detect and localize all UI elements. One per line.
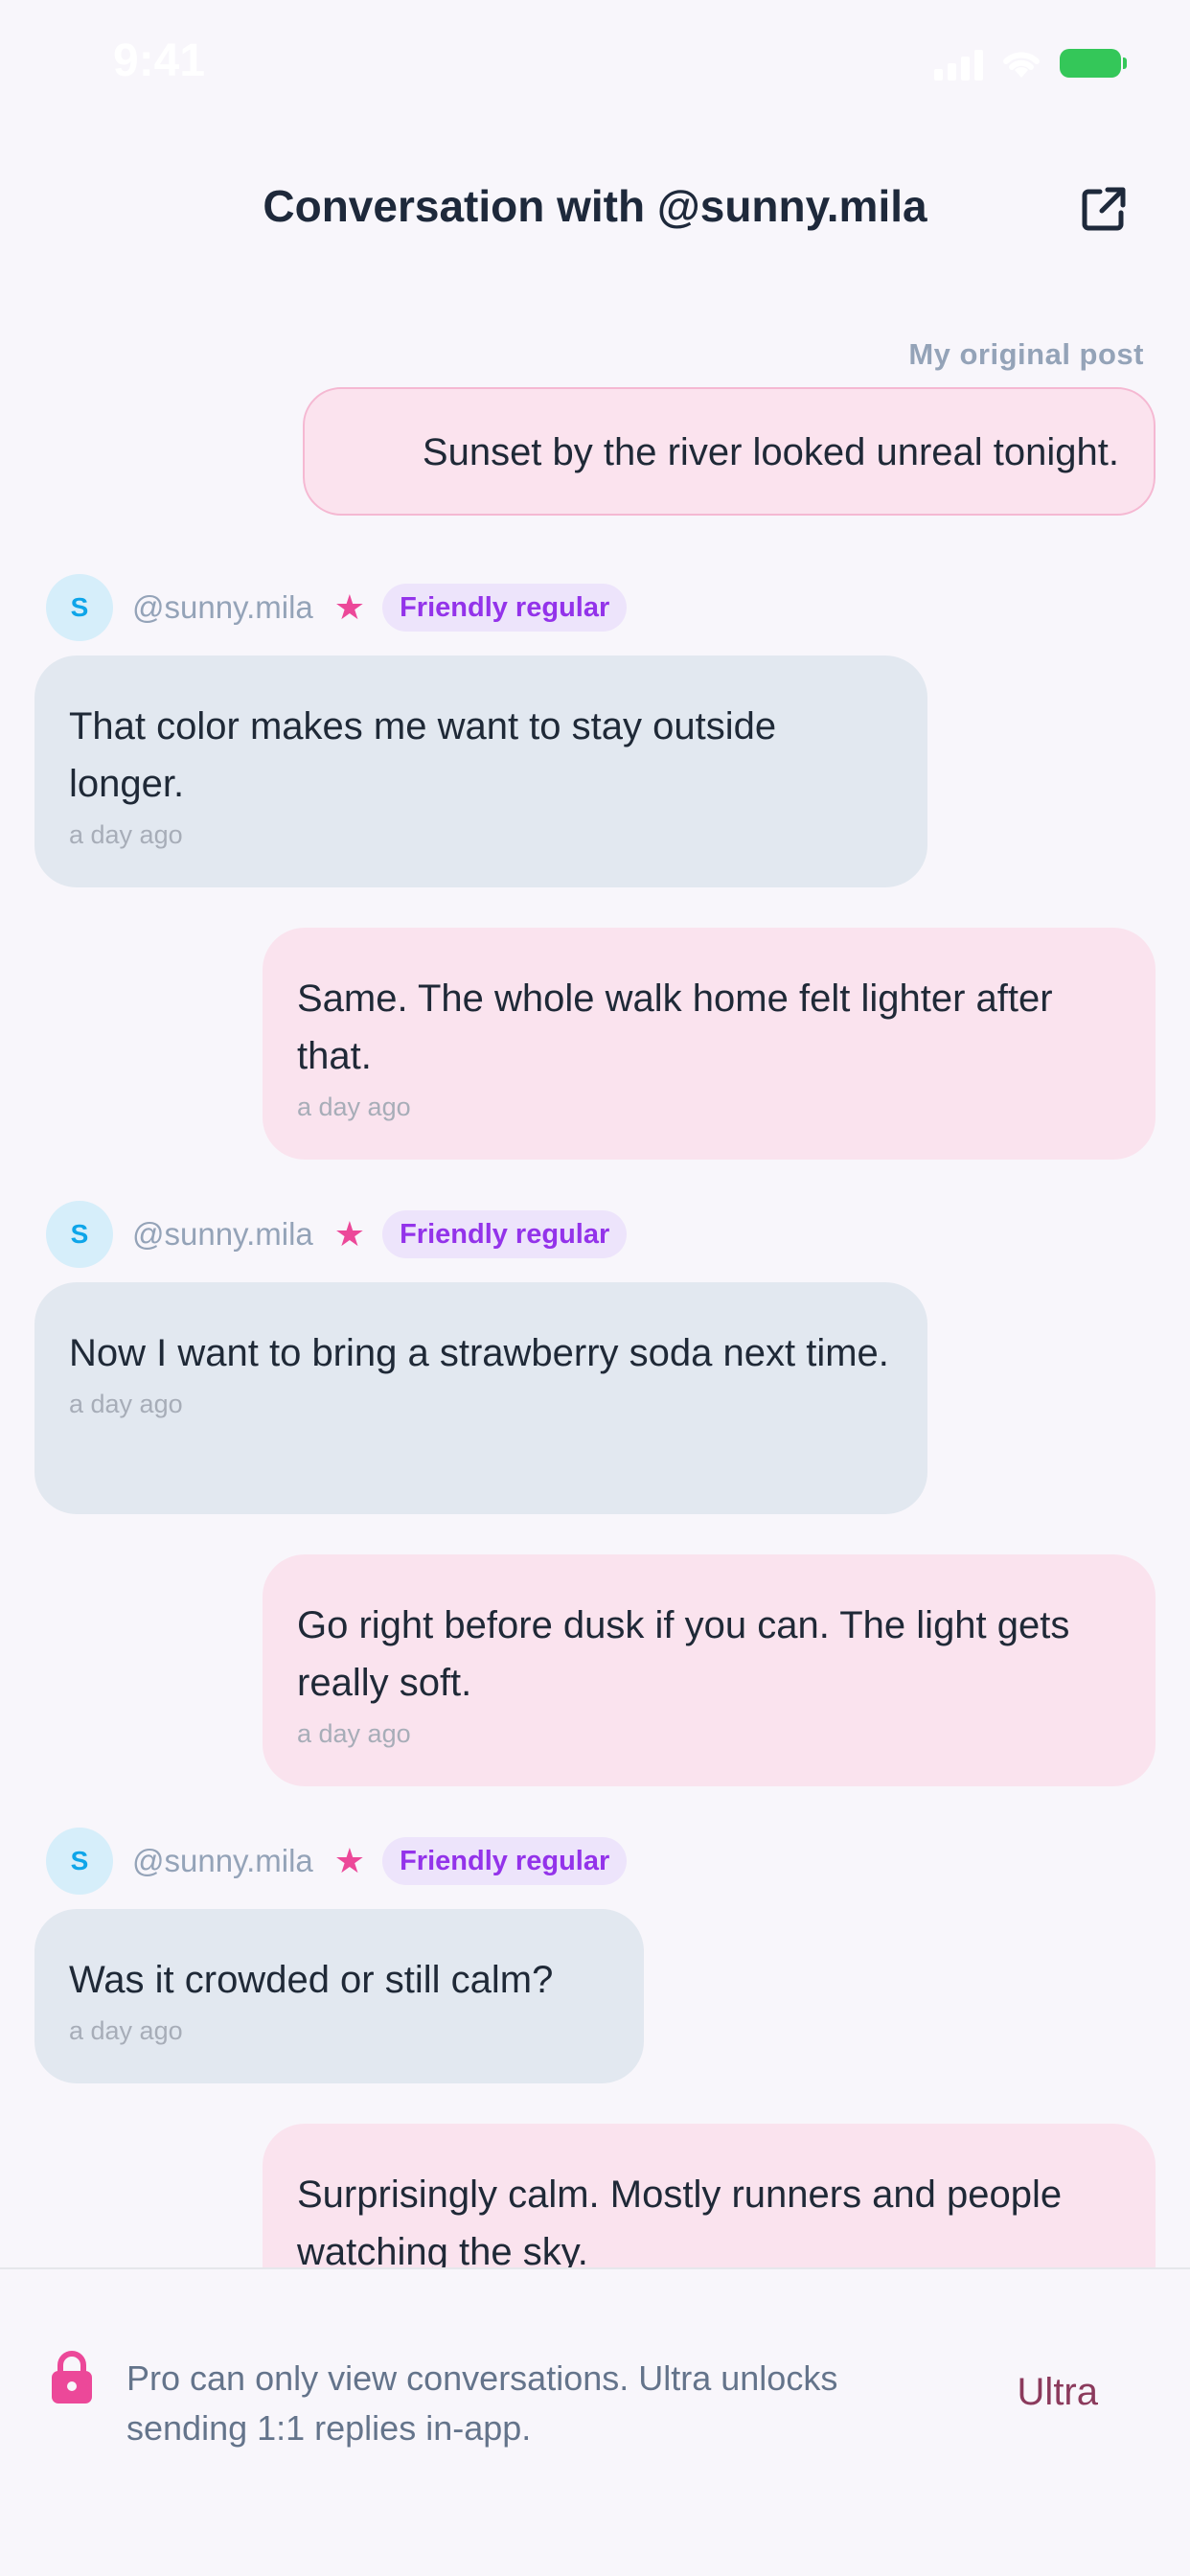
message-timestamp: a day ago (69, 820, 183, 849)
star-icon: ★ (333, 587, 366, 627)
message-text: That color makes me want to stay outside… (69, 705, 777, 805)
message-bubble-them: That color makes me want to stay outside… (34, 656, 927, 887)
sender-row: S @sunny.mila ★ Friendly regular (46, 1200, 628, 1269)
message-timestamp: a day ago (69, 1390, 183, 1418)
sender-row: S @sunny.mila ★ Friendly regular (46, 1827, 628, 1896)
battery-icon (1060, 49, 1127, 78)
conversation-thread[interactable]: My original post Sunset by the river loo… (0, 326, 1190, 2267)
plan-notice: Pro can only view conversations. Ultra u… (126, 2358, 838, 2448)
status-bar: 9:41 (0, 0, 1190, 134)
cellular-signal-icon (934, 46, 983, 80)
friendly-regular-badge: Friendly regular (382, 584, 628, 632)
page-title: Conversation with @sunny.mila (263, 181, 927, 231)
open-external-icon (1082, 187, 1126, 231)
open-external-button[interactable] (1075, 180, 1133, 238)
message-text: Same. The whole walk home felt lighter a… (297, 978, 1053, 1077)
status-icons (934, 46, 1127, 80)
avatar: S (46, 1828, 113, 1895)
sender-handle: @sunny.mila (132, 1843, 313, 1878)
message-text: Now I want to bring a strawberry soda ne… (69, 1332, 889, 1374)
message-bubble-me: Go right before dusk if you can. The lig… (263, 1554, 1156, 1786)
sender-row: S @sunny.mila ★ Friendly regular (46, 573, 628, 642)
friendly-regular-badge: Friendly regular (382, 1210, 628, 1258)
message-bubble-them: Was it crowded or still calm? a day ago (34, 1909, 644, 2083)
star-icon: ★ (333, 1214, 366, 1254)
message-timestamp: a day ago (69, 2016, 183, 2045)
avatar: S (46, 1201, 113, 1268)
friendly-regular-badge: Friendly regular (382, 1837, 628, 1885)
upgrade-ultra-button[interactable]: Ultra (1018, 2371, 1098, 2414)
message-bubble-me: Surprisingly calm. Mostly runners and pe… (263, 2124, 1156, 2267)
sender-handle: @sunny.mila (132, 1216, 313, 1252)
message-bubble-me: Same. The whole walk home felt lighter a… (263, 928, 1156, 1160)
message-timestamp: a day ago (297, 1092, 411, 1121)
message-text: Was it crowded or still calm? (69, 1959, 554, 2001)
original-post-bubble: Sunset by the river looked unreal tonigh… (303, 387, 1156, 516)
header: Conversation with @sunny.mila (0, 163, 1190, 249)
status-time: 9:41 (113, 35, 206, 86)
star-icon: ★ (333, 1841, 366, 1880)
avatar: S (46, 574, 113, 641)
message-timestamp: a day ago (297, 1719, 411, 1748)
sender-handle: @sunny.mila (132, 589, 313, 625)
message-bubble-them: Now I want to bring a strawberry soda ne… (34, 1282, 927, 1514)
message-text: Surprisingly calm. Mostly runners and pe… (297, 2174, 1063, 2267)
upgrade-footer: Pro can only view conversations. Ultra u… (0, 2267, 1190, 2576)
wifi-icon (1003, 52, 1040, 78)
original-post-label: My original post (908, 337, 1144, 371)
lock-icon (52, 2351, 92, 2404)
message-text: Go right before dusk if you can. The lig… (297, 1604, 1070, 1704)
